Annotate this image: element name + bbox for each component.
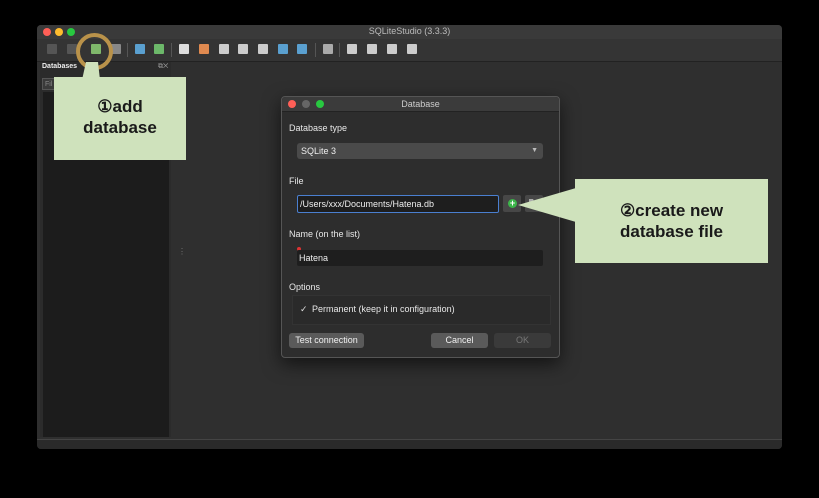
dialog-title: Database	[401, 99, 440, 109]
add-database-callout: ①add database	[54, 77, 186, 160]
panel-float-close-icon[interactable]: ⧉✕	[158, 63, 168, 71]
sql-editor-icon[interactable]	[179, 44, 189, 54]
extensions-icon[interactable]	[258, 44, 268, 54]
import-icon[interactable]	[278, 44, 288, 54]
callout-add-line1: ①add	[97, 97, 143, 116]
config-wrench-icon[interactable]	[323, 44, 333, 54]
functions-icon[interactable]	[219, 44, 229, 54]
cascade-icon[interactable]	[407, 44, 417, 54]
window-title: SQLiteStudio (3.3.3)	[368, 26, 451, 36]
permanent-checkbox[interactable]: ✓	[300, 304, 308, 315]
toolbar-separator	[171, 43, 172, 57]
permanent-checkbox-label[interactable]: Permanent (keep it in configuration)	[312, 304, 455, 314]
test-connection-button[interactable]: Test connection	[289, 333, 364, 348]
toolbar-separator	[315, 43, 316, 57]
collations-icon[interactable]	[238, 44, 248, 54]
main-toolbar	[37, 39, 782, 62]
tile-vertical-icon[interactable]	[367, 44, 377, 54]
database-type-select[interactable]: SQLite 3 ▼	[297, 143, 543, 159]
database-dialog: Database Database type SQLite 3 ▼ File /…	[281, 96, 560, 358]
dialog-title-bar: Database	[282, 97, 559, 112]
cancel-button[interactable]: Cancel	[431, 333, 488, 348]
ok-button[interactable]: OK	[494, 333, 551, 348]
callout-pointer	[518, 188, 576, 222]
create-file-callout: ②create new database file	[575, 179, 768, 263]
callout-create-line1: ②create new	[619, 201, 724, 220]
refresh-icon[interactable]	[154, 44, 164, 54]
export-icon[interactable]	[297, 44, 307, 54]
status-bar	[37, 439, 782, 449]
callout-add-line2: database	[83, 118, 157, 137]
file-label: File	[289, 176, 304, 186]
database-type-value: SQLite 3	[301, 146, 337, 156]
table-icon[interactable]	[135, 44, 145, 54]
panel-splitter-handle[interactable]: ⋮	[178, 247, 186, 256]
databases-panel-title: Databases	[42, 63, 78, 70]
toolbar-separator	[127, 43, 128, 57]
tile-horizontal-icon[interactable]	[387, 44, 397, 54]
toolbar-separator	[339, 43, 340, 57]
options-group: ✓ Permanent (keep it in configuration)	[292, 295, 551, 325]
file-path-input[interactable]: /Users/xxx/Documents/Hatena.db	[297, 195, 499, 213]
title-bar: SQLiteStudio (3.3.3)	[37, 25, 782, 39]
chevron-down-icon: ▼	[531, 147, 538, 154]
plus-circle-icon: +	[508, 198, 517, 208]
tile-icon[interactable]	[347, 44, 357, 54]
history-icon[interactable]	[199, 44, 209, 54]
connect-icon[interactable]	[47, 44, 57, 54]
name-input[interactable]: Hatena	[297, 250, 543, 266]
name-label: Name (on the list)	[289, 229, 361, 239]
database-type-label: Database type	[289, 123, 348, 133]
options-label: Options	[289, 282, 321, 292]
callout-create-line2: database file	[620, 222, 723, 241]
